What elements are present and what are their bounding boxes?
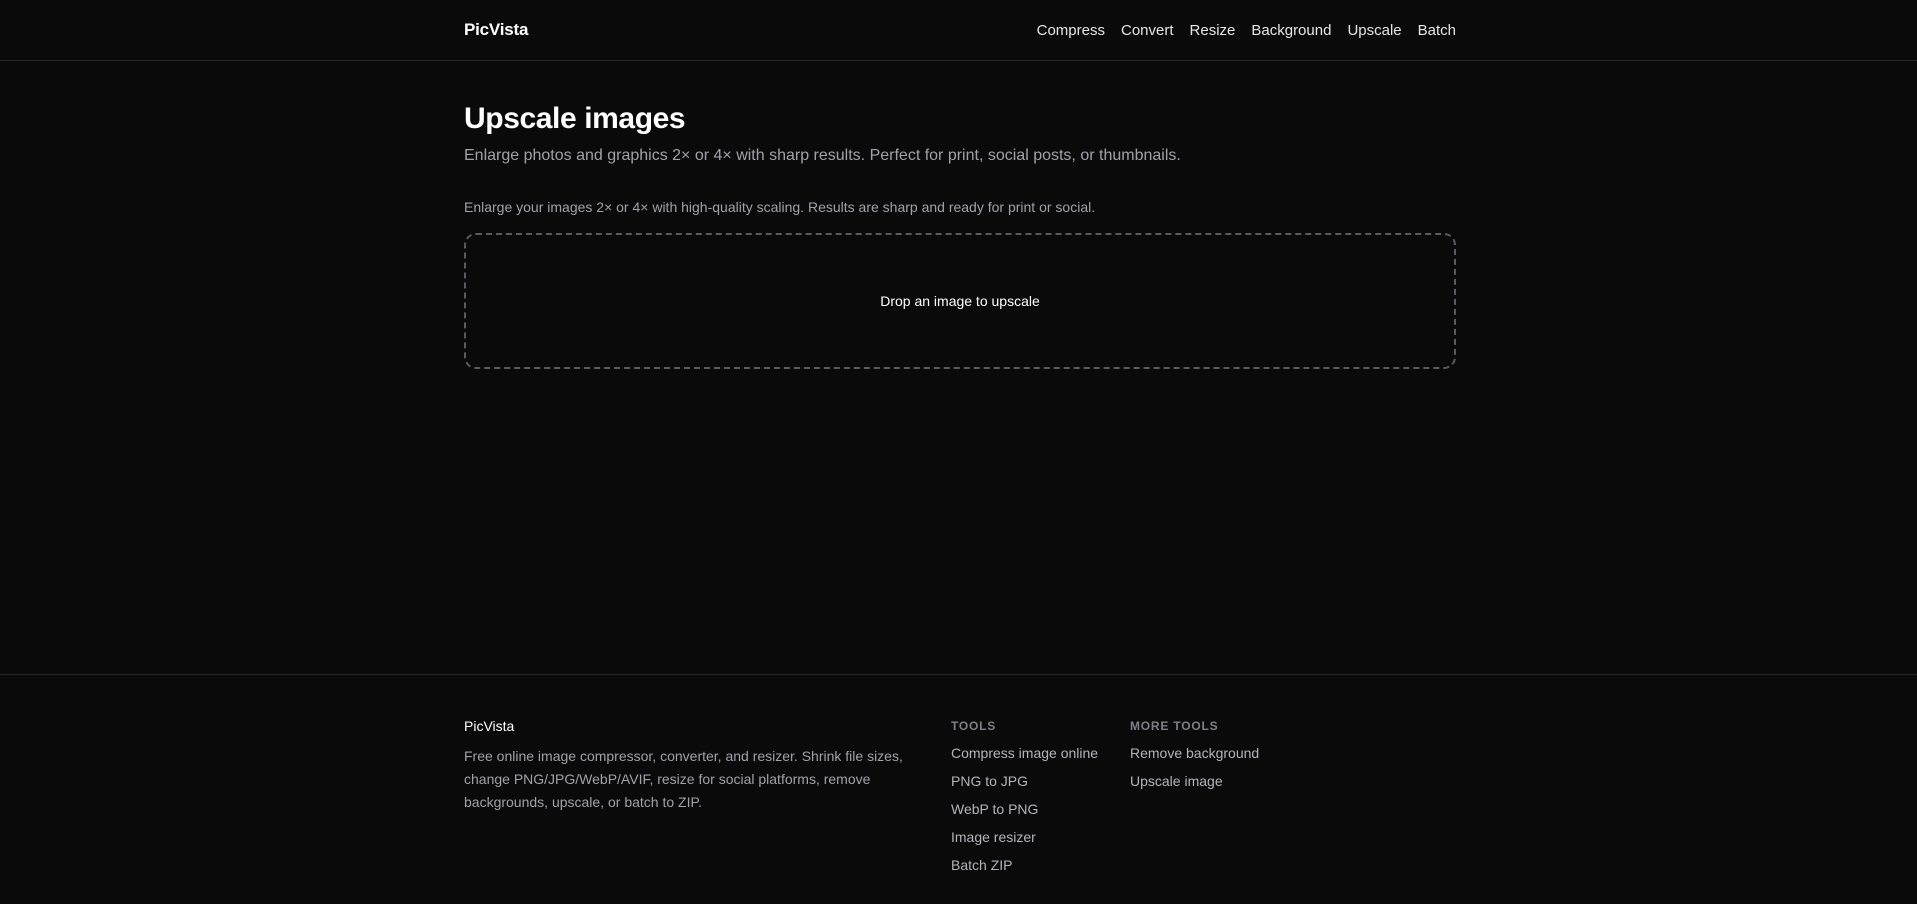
footer-more-tools-heading: MORE TOOLS [1130,719,1219,733]
footer-link-batch-zip[interactable]: Batch ZIP [951,851,1098,879]
nav-background[interactable]: Background [1251,22,1331,39]
intro-text: Enlarge your images 2× or 4× with high-q… [464,199,1096,215]
page-title: Upscale images [464,102,686,135]
upload-dropzone[interactable]: Drop an image to upscale [464,233,1456,369]
footer-link-upscale-image[interactable]: Upscale image [1130,767,1259,795]
footer-more-tools-column: MORE TOOLS Remove background Upscale ima… [1130,719,1259,795]
footer-tools-heading: TOOLS [951,719,997,733]
nav-compress[interactable]: Compress [1037,22,1105,39]
footer-link-remove-background[interactable]: Remove background [1130,739,1259,767]
footer-link-image-resizer[interactable]: Image resizer [951,823,1098,851]
nav-batch[interactable]: Batch [1418,22,1456,39]
footer-link-compress[interactable]: Compress image online [951,739,1098,767]
footer-link-png-to-jpg[interactable]: PNG to JPG [951,767,1098,795]
nav-resize[interactable]: Resize [1190,22,1236,39]
footer-tools-column: TOOLS Compress image online PNG to JPG W… [951,719,1098,879]
main-nav: Compress Convert Resize Background Upsca… [1037,22,1456,39]
dropzone-label: Drop an image to upscale [880,293,1040,309]
site-header: PicVista Compress Convert Resize Backgro… [0,0,1917,61]
footer-link-webp-to-png[interactable]: WebP to PNG [951,795,1098,823]
nav-convert[interactable]: Convert [1121,22,1174,39]
site-footer: PicVista Free online image compressor, c… [0,674,1917,904]
footer-brand: PicVista Free online image compressor, c… [464,717,924,814]
nav-upscale[interactable]: Upscale [1347,22,1401,39]
logo-link[interactable]: PicVista [464,20,528,40]
main-content: Upscale images Enlarge photos and graphi… [464,61,1456,369]
header-inner: PicVista Compress Convert Resize Backgro… [464,0,1456,60]
footer-brand-description: Free online image compressor, converter,… [464,748,903,810]
footer-brand-name: PicVista [464,718,515,734]
page-subtitle: Enlarge photos and graphics 2× or 4× wit… [464,147,1181,164]
